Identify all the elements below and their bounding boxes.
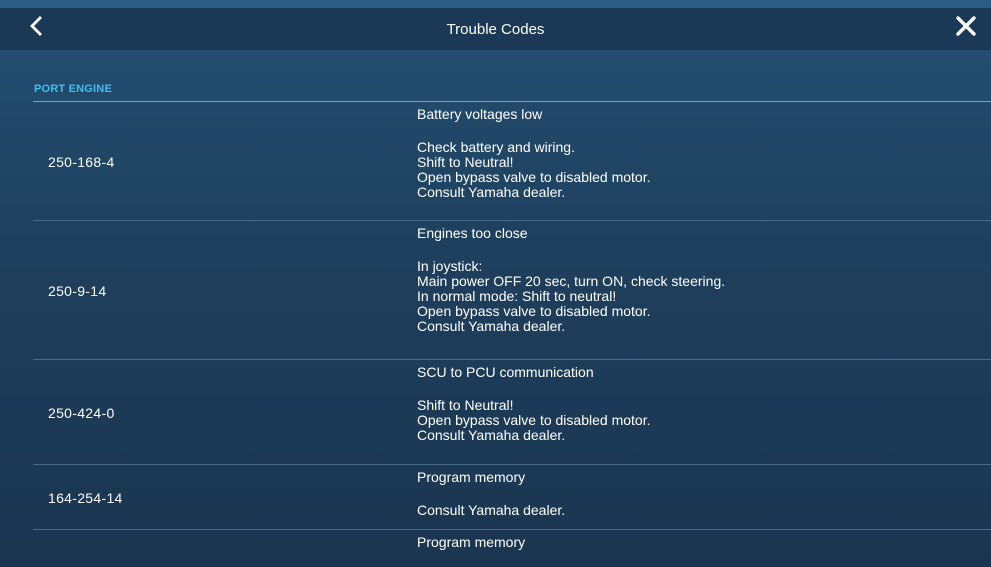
page-title: Trouble Codes	[446, 21, 545, 38]
trouble-step: Open bypass valve to disabled motor.	[417, 303, 651, 319]
trouble-step: Shift to Neutral!	[417, 154, 514, 170]
trouble-code: 250-9-14	[48, 282, 107, 299]
close-icon	[956, 16, 976, 36]
trouble-code: 250-168-4	[48, 153, 115, 170]
trouble-code-row[interactable]: 187-240-2 Program memory	[0, 530, 991, 567]
trouble-title: Engines too close	[417, 225, 528, 241]
trouble-description: SCU to PCU communication Shift to Neutra…	[417, 360, 991, 451]
trouble-code: 250-424-0	[48, 404, 115, 421]
trouble-codes-screen: Trouble Codes PORT ENGINE 250-168-4 Batt…	[0, 0, 991, 567]
close-button[interactable]	[952, 11, 982, 41]
trouble-title: Battery voltages low	[417, 106, 543, 122]
trouble-step: In joystick:	[417, 258, 483, 274]
trouble-step: In normal mode: Shift to neutral!	[417, 288, 617, 304]
trouble-step: Consult Yamaha dealer.	[417, 184, 566, 200]
trouble-description: Program memory Consult Yamaha dealer.	[417, 465, 991, 526]
trouble-title: Program memory	[417, 534, 526, 550]
trouble-code-list[interactable]: 250-168-4 Battery voltages low Check bat…	[0, 102, 991, 567]
trouble-description: Battery voltages low Check battery and w…	[417, 102, 991, 208]
trouble-step: Main power OFF 20 sec, turn ON, check st…	[417, 273, 726, 289]
trouble-step: Open bypass valve to disabled motor.	[417, 412, 651, 428]
trouble-code: 164-254-14	[48, 489, 123, 506]
trouble-step: Consult Yamaha dealer.	[417, 427, 566, 443]
trouble-code-row[interactable]: 250-168-4 Battery voltages low Check bat…	[0, 102, 991, 221]
trouble-code-row[interactable]: 250-424-0 SCU to PCU communication Shift…	[0, 360, 991, 465]
trouble-step: Check battery and wiring.	[417, 139, 575, 155]
trouble-step: Consult Yamaha dealer.	[417, 318, 566, 334]
trouble-description: Program memory	[417, 530, 991, 567]
section-label-port-engine: PORT ENGINE	[34, 83, 112, 95]
trouble-description: Engines too close In joystick: Main powe…	[417, 221, 991, 342]
trouble-step: Open bypass valve to disabled motor.	[417, 169, 651, 185]
trouble-code-row[interactable]: 250-9-14 Engines too close In joystick: …	[0, 221, 991, 360]
trouble-step: Consult Yamaha dealer.	[417, 502, 566, 518]
trouble-code-row[interactable]: 164-254-14 Program memory Consult Yamaha…	[0, 465, 991, 530]
trouble-title: Program memory	[417, 469, 526, 485]
trouble-title: SCU to PCU communication	[417, 364, 594, 380]
trouble-step: Shift to Neutral!	[417, 397, 514, 413]
